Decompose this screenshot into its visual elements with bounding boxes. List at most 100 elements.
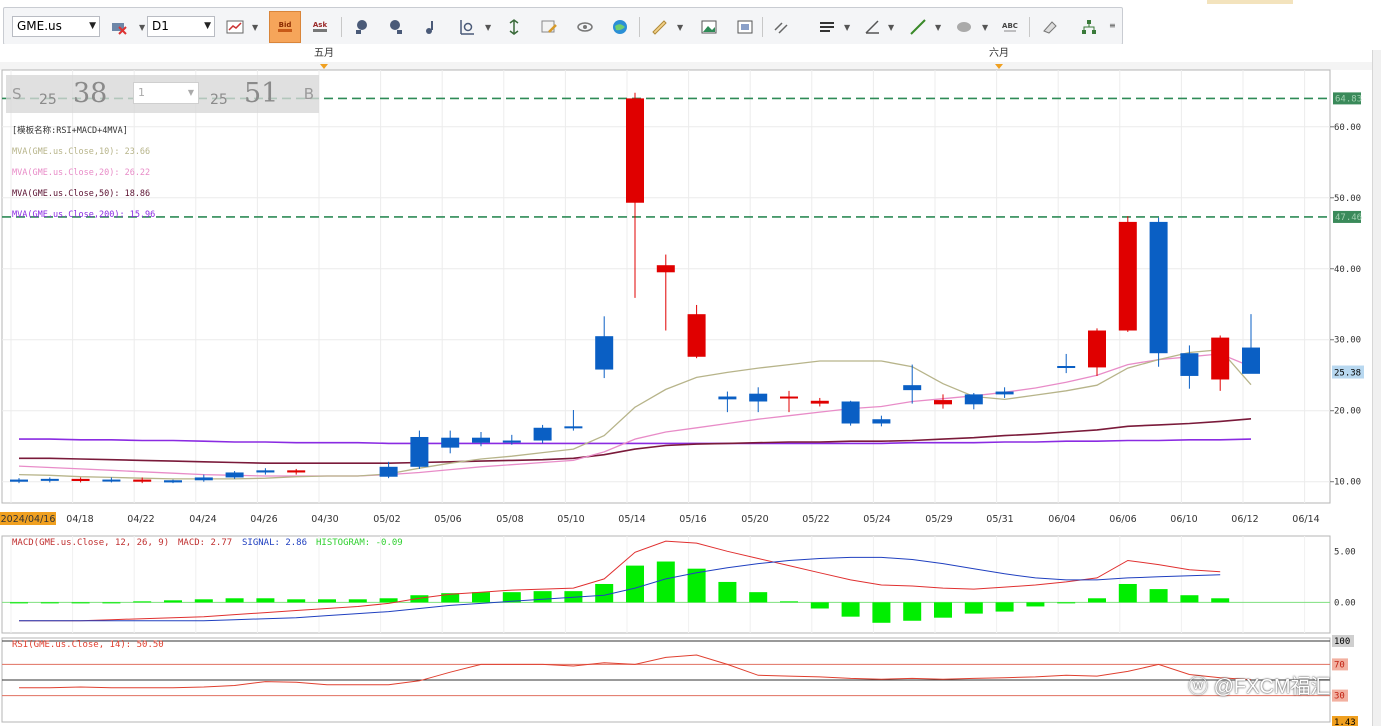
macd-histogram-bar: [472, 592, 490, 603]
macd-histogram-bar: [749, 592, 768, 603]
sell-price-small[interactable]: 25: [39, 92, 57, 108]
mva20-label: MVA(GME.us.Close,20): 26.22: [12, 167, 151, 178]
mva10-label: MVA(GME.us.Close,10): 23.66: [12, 146, 151, 157]
toolbar-strip: GME.us ▼ ▼ D1 ▼ ▼ Bid Ask ▼ ▼ ▼ ▼ ▼ ▼ AB…: [0, 0, 1381, 50]
buy-price-big[interactable]: 51: [244, 78, 278, 109]
sell-price-big[interactable]: 38: [73, 78, 107, 109]
chevron-down-icon[interactable]: ▼: [252, 23, 258, 32]
macd-histogram-bar: [164, 600, 182, 603]
candle-body: [1057, 366, 1076, 369]
edit-chart-icon[interactable]: [536, 14, 562, 40]
macd-histogram-bar: [1180, 595, 1199, 603]
candle-body: [810, 400, 829, 404]
macd-histogram-bar: [318, 599, 336, 603]
macd-tick-label: 5.00: [1334, 547, 1356, 557]
lot-size-input[interactable]: 1 ▼: [133, 82, 199, 104]
bid-label: Bid: [279, 21, 292, 29]
mva200-label: MVA(GME.us.Close,200): 15.96: [12, 210, 156, 221]
window-tab[interactable]: [1207, 0, 1293, 4]
chevron-down-icon[interactable]: ▼: [982, 23, 988, 32]
music-note-icon[interactable]: [417, 14, 443, 40]
candle-body: [379, 466, 398, 477]
chart-remove-icon[interactable]: [106, 14, 132, 40]
date-label: 05/31: [986, 514, 1013, 525]
chevron-down-icon: ▼: [187, 88, 194, 97]
macd-value: MACD: 2.77: [178, 538, 232, 548]
chevron-down-icon[interactable]: ▼: [888, 23, 894, 32]
divider: [639, 17, 640, 37]
text-label-icon[interactable]: ABC: [997, 14, 1023, 40]
chevron-down-icon[interactable]: ▼: [139, 23, 145, 32]
date-label: 05/29: [925, 514, 952, 525]
ellipse-icon[interactable]: [951, 14, 977, 40]
macd-histogram-bar: [872, 602, 891, 623]
chevron-down-icon[interactable]: ▼: [844, 23, 850, 32]
zoom-range-icon[interactable]: [454, 14, 480, 40]
macd-histogram-bar: [348, 599, 367, 603]
chevron-down-icon[interactable]: ▼: [677, 23, 683, 32]
rsi-title: RSI(GME.us.Close, 14): 50.50: [12, 640, 164, 650]
signal-value: SIGNAL: 2.86: [242, 538, 307, 548]
candle-body: [102, 479, 121, 482]
ruler-icon[interactable]: [646, 14, 672, 40]
vertical-scrollbar[interactable]: [1372, 50, 1381, 726]
level-label: 47.46: [1335, 213, 1362, 223]
weibo-icon: ⓦ: [1188, 676, 1214, 698]
menu-lines-icon[interactable]: [814, 14, 840, 40]
candle-body: [995, 391, 1014, 395]
candle-body: [841, 401, 860, 424]
macd-histogram-bar: [964, 602, 983, 614]
zoom-in-icon[interactable]: [349, 14, 375, 40]
price-tick-label: 10.00: [1334, 478, 1361, 488]
candle-body: [225, 472, 244, 478]
date-label: 05/24: [863, 514, 890, 525]
macd-histogram-bar: [1118, 583, 1137, 603]
image-icon[interactable]: [696, 14, 722, 40]
sell-button[interactable]: S: [12, 85, 22, 103]
chevron-down-icon[interactable]: ▼: [485, 23, 491, 32]
candle-body: [533, 427, 552, 441]
buy-button[interactable]: B: [304, 85, 314, 103]
globe-icon[interactable]: [607, 14, 633, 40]
divider: [762, 17, 763, 37]
more-icon[interactable]: ≡: [1109, 21, 1116, 30]
macd-histogram-bar: [287, 599, 306, 603]
date-label: 05/20: [741, 514, 768, 525]
symbol-select[interactable]: GME.us ▼: [12, 16, 100, 37]
timeframe-select[interactable]: D1 ▼: [147, 16, 215, 37]
macd-title: MACD(GME.us.Close, 12, 26, 9): [12, 538, 169, 548]
candle-body: [564, 426, 583, 429]
eraser-icon[interactable]: [1037, 14, 1063, 40]
candle-body: [872, 419, 891, 424]
main-toolbar: GME.us ▼ ▼ D1 ▼ ▼ Bid Ask ▼ ▼ ▼ ▼ ▼ ▼ AB…: [3, 7, 1123, 45]
eye-icon[interactable]: [572, 14, 598, 40]
date-label: 05/08: [496, 514, 523, 525]
candle-body: [903, 385, 922, 391]
template-name: [模板名称:RSI+MACD+4MVA]: [12, 125, 128, 136]
price-tick-label: 30.00: [1334, 336, 1361, 346]
macd-histogram-bar: [995, 602, 1014, 612]
macd-histogram-bar: [194, 599, 213, 603]
date-label: 2024/04/16: [1, 514, 56, 525]
fibonacci-icon[interactable]: [768, 14, 794, 40]
date-label: 05/22: [802, 514, 829, 525]
candle-body: [780, 396, 798, 399]
angle-tool-icon[interactable]: [859, 14, 885, 40]
screenshot-icon[interactable]: [732, 14, 758, 40]
rsi-tick-70: 70: [1334, 660, 1345, 670]
chevron-down-icon[interactable]: ▼: [935, 23, 941, 32]
macd-histogram-bar: [595, 583, 614, 603]
buy-price-small[interactable]: 25: [210, 92, 228, 108]
trend-line-icon[interactable]: [905, 14, 931, 40]
bid-button[interactable]: Bid: [269, 11, 301, 43]
zoom-out-icon[interactable]: [382, 14, 408, 40]
divider: [341, 17, 342, 37]
macd-histogram-bar: [718, 581, 737, 603]
candle-body: [626, 98, 644, 203]
fit-vertical-icon[interactable]: [501, 14, 527, 40]
hierarchy-icon[interactable]: [1076, 14, 1102, 40]
date-label: 05/06: [434, 514, 461, 525]
ask-button[interactable]: Ask: [307, 14, 333, 40]
line-chart-icon[interactable]: [222, 14, 248, 40]
chart-area[interactable]: 五月 六月60.0050.0040.0030.0020.0010.0064.834…: [0, 44, 1372, 726]
